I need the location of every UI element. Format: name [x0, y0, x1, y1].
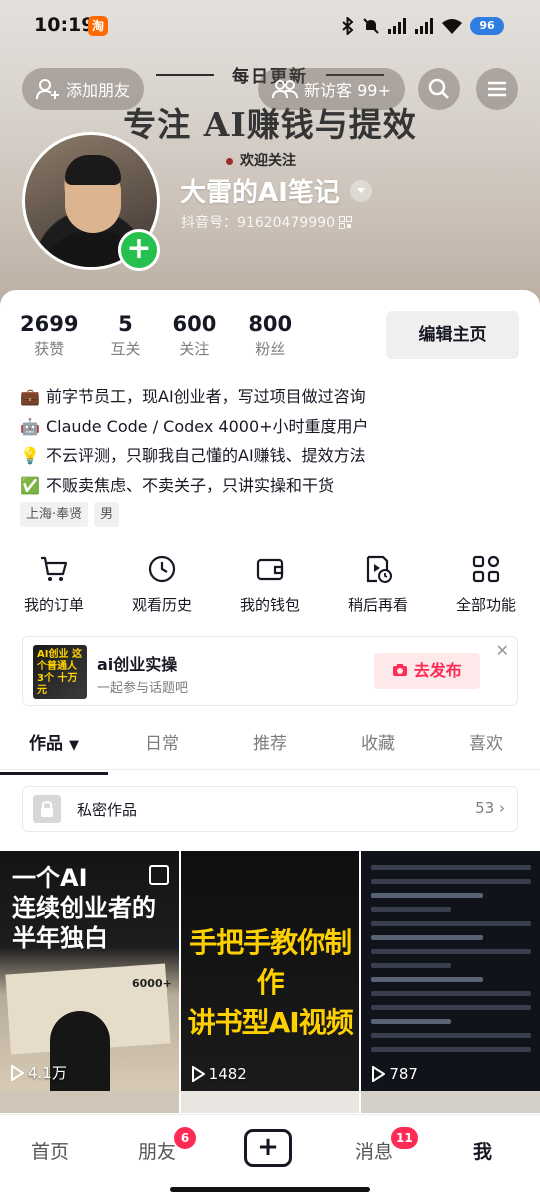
bio: 💼 前字节员工，现AI创业者，写过项目做过咨询 🤖 Claude Code / Co…: [20, 382, 369, 500]
clock-icon: [148, 555, 176, 583]
new-visitors-button[interactable]: 新访客 99+: [258, 68, 405, 110]
stat-followers[interactable]: 800 粉丝: [248, 312, 292, 359]
view-count: 4.1万: [10, 1062, 67, 1083]
private-works-label: 私密作品: [77, 801, 138, 819]
chevron-down-icon[interactable]: [349, 179, 372, 202]
edit-profile-button[interactable]: 编辑主页: [386, 311, 519, 359]
nav-messages[interactable]: 消息 11: [355, 1127, 418, 1164]
lock-icon: [33, 795, 61, 823]
content-tabs: 作品 ▼ 日常 推荐 收藏 喜欢: [0, 724, 540, 775]
messages-badge: 11: [391, 1127, 418, 1149]
camera-icon: [393, 664, 408, 676]
add-friend-button[interactable]: 添加朋友: [22, 68, 145, 110]
stat-following[interactable]: 600 关注: [172, 312, 216, 359]
nickname-text: 大雷的AI笔记: [180, 178, 340, 208]
tab-likes[interactable]: 喜欢: [432, 724, 540, 769]
topic-card[interactable]: AI创业 这个普通人 3个 十万元 ai创业实操 一起参与话题吧 去发布 ✕: [22, 636, 518, 706]
view-count: 1482: [191, 1065, 247, 1083]
status-bar: 10:19 淘 96: [0, 0, 540, 52]
bio-line: 💡 不云评测，只聊我自己懂的AI赚钱、提效方法: [20, 446, 366, 465]
search-icon: [428, 78, 449, 99]
profile-card: 2699 获赞 5 互关 600 关注 800 粉丝 编辑主页 💼 前字节员工，现AI创业…: [0, 290, 540, 1199]
video-overlay-text: 6000+: [132, 977, 172, 990]
mute-icon: [363, 18, 379, 34]
chevron-right-icon: ›: [499, 799, 505, 817]
play-icon: [11, 1064, 24, 1081]
image-post-icon: [148, 865, 169, 885]
add-avatar-button[interactable]: +: [118, 229, 160, 271]
stats-row: 2699 获赞 5 互关 600 关注 800 粉丝: [20, 312, 324, 359]
video-title: 手把手教你制作 讲书型AI视频: [187, 926, 354, 1039]
bio-line: ✅ 不贩卖焦虑、不卖关子，只讲实操和干货: [20, 475, 335, 495]
video-card[interactable]: 手把手教你制作 讲书型AI视频 1482: [180, 851, 360, 1091]
friends-badge: 6: [174, 1127, 196, 1149]
profile-tags: 上海·奉贤 男: [20, 502, 120, 527]
view-count: 787: [371, 1065, 418, 1083]
video-card[interactable]: 一个AI 连续创业者的 半年独白 6000+ 4.1万: [0, 851, 179, 1091]
caret-down-icon: ▼: [68, 738, 79, 753]
video-screenshot: [371, 865, 532, 1061]
location-tag: 上海·奉贤: [20, 502, 89, 527]
battery-indicator: 96: [470, 17, 504, 35]
nav-home[interactable]: 首页: [31, 1137, 69, 1164]
video-grid-next-row: [0, 1091, 540, 1113]
tab-favorites[interactable]: 收藏: [324, 724, 432, 769]
add-friend-label: 添加朋友: [66, 81, 131, 100]
home-indicator: [170, 1187, 370, 1192]
bio-line: 🤖 Claude Code / Codex 4000+小时重度用户: [20, 416, 369, 436]
search-button[interactable]: [418, 68, 460, 110]
stat-mutual[interactable]: 5 互关: [110, 312, 140, 359]
signal-2-icon: [415, 18, 433, 34]
signal-icon: [388, 18, 406, 34]
wifi-icon: [442, 19, 462, 34]
topic-thumbnail: AI创业 这个普通人 3个 十万元: [33, 645, 87, 699]
watch-later-shortcut[interactable]: 稍后再看: [324, 552, 432, 615]
bio-line: 💼 前字节员工，现AI创业者，写过项目做过咨询: [20, 387, 366, 406]
all-features-shortcut[interactable]: 全部功能: [432, 552, 540, 615]
watch-later-icon: [366, 555, 392, 583]
publish-button[interactable]: 去发布: [374, 653, 480, 689]
tab-daily[interactable]: 日常: [108, 724, 216, 769]
taobao-app-icon: 淘: [88, 16, 108, 36]
video-grid: 一个AI 连续创业者的 半年独白 6000+ 4.1万 手把手教你制作 讲书型AI视频…: [0, 851, 540, 1091]
douyin-id[interactable]: 抖音号：91620479990: [181, 212, 352, 232]
status-icons: 96: [341, 16, 504, 36]
stat-likes[interactable]: 2699 获赞: [20, 312, 78, 359]
video-title: 一个AI 连续创业者的 半年独白: [12, 864, 156, 952]
play-icon: [372, 1066, 386, 1082]
douyin-id-text: 抖音号：91620479990: [181, 215, 335, 231]
nav-friends[interactable]: 朋友 6: [138, 1127, 196, 1164]
hamburger-menu-icon: [488, 81, 506, 97]
watch-history-shortcut[interactable]: 观看历史: [108, 552, 216, 615]
play-icon: [191, 1066, 205, 1082]
shortcut-row: 我的订单 观看历史 我的钱包 稍后再看 全部功能: [0, 552, 540, 615]
grid-icon: [472, 555, 500, 583]
topic-subtitle: 一起参与话题吧: [97, 681, 189, 696]
banner-sub-text: 欢迎关注: [226, 150, 296, 170]
my-orders-shortcut[interactable]: 我的订单: [0, 552, 108, 615]
bottom-nav: 首页 朋友 6 + 消息 11 我: [0, 1114, 540, 1199]
new-visitors-label: 新访客 99+: [304, 81, 391, 100]
menu-button[interactable]: [476, 68, 518, 110]
cart-icon: [41, 556, 68, 581]
bluetooth-icon: [342, 17, 354, 35]
create-button[interactable]: +: [244, 1129, 292, 1167]
tab-works[interactable]: 作品 ▼: [0, 724, 108, 775]
gender-tag: 男: [94, 502, 120, 527]
profile-nickname[interactable]: 大雷的AI笔记: [180, 172, 372, 209]
tab-recommend[interactable]: 推荐: [216, 724, 324, 769]
private-works-row[interactable]: 私密作品 53 ›: [22, 786, 518, 832]
qr-code-icon: [338, 215, 352, 229]
topic-title: ai创业实操: [97, 655, 178, 674]
add-user-icon: [36, 79, 59, 100]
video-card[interactable]: 787: [361, 851, 540, 1091]
close-icon[interactable]: ✕: [496, 641, 509, 660]
private-works-count: 53 ›: [475, 799, 505, 817]
my-wallet-shortcut[interactable]: 我的钱包: [216, 552, 324, 615]
wallet-icon: [256, 558, 284, 581]
status-time: 10:19: [34, 14, 95, 36]
nav-me[interactable]: 我: [473, 1137, 492, 1164]
visitors-icon: [272, 80, 298, 99]
